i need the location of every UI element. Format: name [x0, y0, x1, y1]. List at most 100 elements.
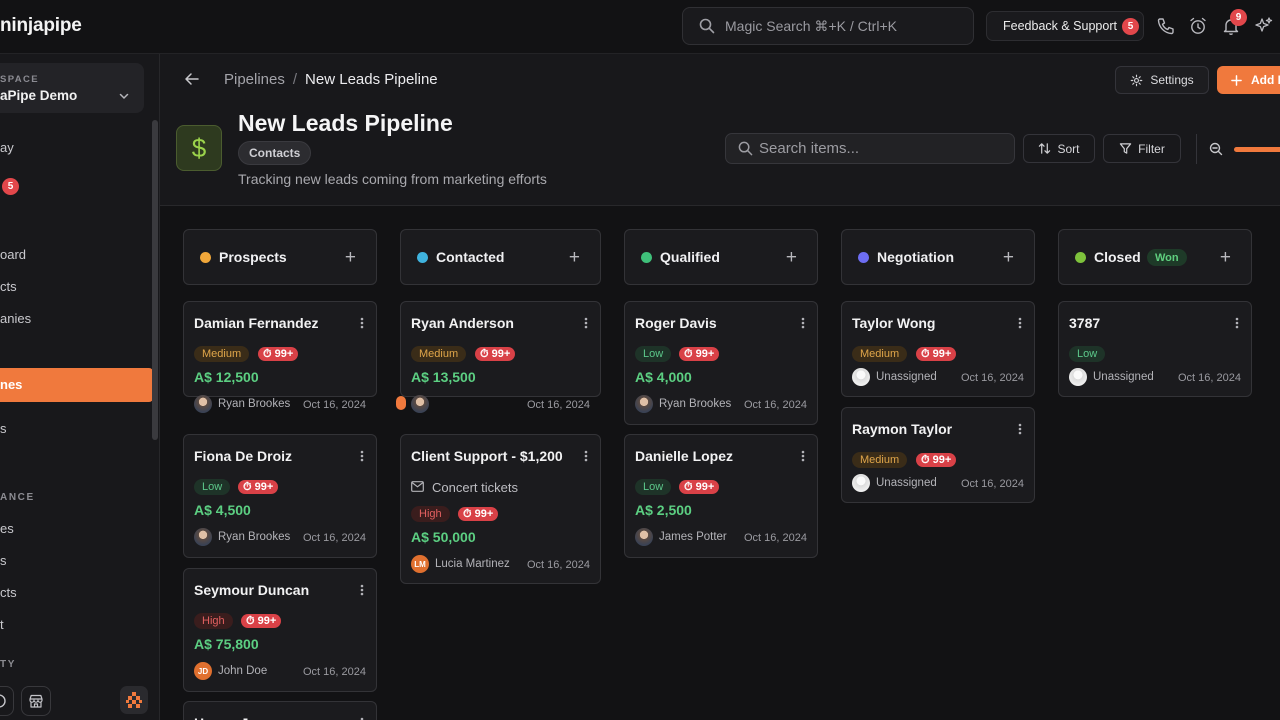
more-options-icon[interactable] [1018, 316, 1022, 334]
search-items-input[interactable]: Search items... [725, 133, 1015, 164]
card-title: Hanna Jay [194, 715, 264, 720]
workspace-name: aPipe Demo [0, 88, 78, 103]
card-date: Oct 16, 2024 [527, 559, 590, 571]
deal-card[interactable]: Roger Davis Low ⏱ 99+ A$ 4,000 Ryan Brookes Oc… [624, 301, 818, 425]
kanban-board: Prospects + Contacted + Qualified + Nego… [160, 207, 1280, 720]
overdue-count-badge: ⏱ 99+ [916, 453, 957, 467]
more-options-icon[interactable] [584, 316, 588, 334]
avatar [852, 368, 870, 386]
overdue-count: 99+ [491, 348, 511, 360]
sidebar-item-today[interactable]: ay [0, 140, 14, 155]
sidebar-item-quotes[interactable]: s [0, 553, 7, 568]
breadcrumb-pipelines[interactable]: Pipelines [224, 71, 285, 88]
zoom-out-icon[interactable] [1209, 142, 1223, 156]
settings-button[interactable]: Settings [1115, 66, 1209, 94]
avatar [852, 474, 870, 492]
timer-icon: ⏱ [480, 347, 489, 360]
app-logo[interactable]: ninjapipe [0, 15, 82, 37]
help-icon[interactable] [0, 686, 14, 716]
more-options-icon[interactable] [801, 316, 805, 334]
add-card-plus-icon[interactable]: + [569, 247, 580, 269]
ninjapipe-brand-icon[interactable] [120, 686, 148, 714]
workspace-switcher[interactable]: SPACE aPipe Demo [0, 63, 144, 113]
magic-search[interactable]: Magic Search ⌘+K / Ctrl+K [682, 7, 974, 45]
sidebar-item-companies[interactable]: anies [0, 311, 31, 326]
deal-card[interactable]: Seymour Duncan High ⏱ 99+ A$ 75,800 JD John Do… [183, 568, 377, 692]
filter-label: Filter [1138, 141, 1165, 156]
alarm-clock-icon[interactable] [1188, 16, 1208, 36]
overdue-count: 99+ [932, 454, 952, 466]
sidebar-scrollbar[interactable] [152, 120, 158, 440]
deal-card[interactable]: Hanna Jay [183, 701, 377, 720]
add-card-plus-icon[interactable]: + [345, 247, 356, 269]
card-subtitle-text: Concert tickets [432, 480, 518, 495]
feedback-label: Feedback & Support [1003, 19, 1117, 33]
sidebar-item-products[interactable]: cts [0, 585, 17, 600]
owner-name: Unassigned [876, 371, 937, 383]
search-icon [699, 18, 715, 34]
add-item-label: Add I [1251, 73, 1280, 87]
deal-card[interactable]: Taylor Wong Medium ⏱ 99+ Unassigned Oct 16, 2… [841, 301, 1035, 397]
overdue-count-badge: ⏱ 99+ [258, 347, 299, 361]
column-header-prospects: Prospects + [183, 229, 377, 285]
workspace-label: SPACE [0, 74, 40, 85]
card-date: Oct 16, 2024 [1178, 372, 1241, 384]
deal-card[interactable]: Ryan Anderson Medium ⏱ 99+ A$ 13,500 Oct 16, … [396, 301, 601, 413]
column-header-qualified: Qualified + [624, 229, 818, 285]
more-options-icon[interactable] [801, 449, 805, 467]
sidebar-item-budget[interactable]: t [0, 617, 4, 632]
filter-button[interactable]: Filter [1103, 134, 1181, 163]
add-item-button[interactable]: Add I [1217, 66, 1280, 94]
more-options-icon[interactable] [360, 449, 364, 467]
card-date: Oct 16, 2024 [303, 532, 366, 544]
plus-icon [1231, 74, 1242, 86]
feedback-support-button[interactable]: Feedback & Support 5 [986, 11, 1144, 41]
sort-button[interactable]: Sort [1023, 134, 1095, 163]
phone-icon[interactable] [1156, 16, 1176, 36]
deal-card[interactable]: Client Support - $1,200 Concert tickets Hi… [400, 434, 601, 584]
card-title: Taylor Wong [852, 315, 936, 331]
store-icon[interactable] [21, 686, 51, 716]
back-arrow-icon[interactable] [184, 71, 200, 87]
add-card-plus-icon[interactable]: + [1220, 247, 1231, 269]
feedback-count-badge: 5 [1121, 17, 1139, 35]
overdue-count: 99+ [254, 481, 274, 493]
deal-card[interactable]: Raymon Taylor Medium ⏱ 99+ Unassigned Oct 16,… [841, 407, 1035, 503]
drag-handle[interactable] [396, 396, 406, 410]
status-dot [858, 252, 869, 263]
more-options-icon[interactable] [360, 583, 364, 601]
deal-card[interactable]: Fiona De Droiz Low ⏱ 99+ A$ 4,500 Ryan Brooke… [183, 434, 377, 558]
owner-name: Ryan Brookes [659, 398, 732, 410]
column-name: Qualified [660, 249, 720, 265]
sidebar-item-tasks[interactable]: s [0, 421, 7, 436]
avatar: JD [194, 662, 212, 680]
settings-label: Settings [1150, 73, 1194, 87]
overdue-count-badge: ⏱ 99+ [458, 507, 499, 521]
sidebar-item-pipelines[interactable]: nes [0, 368, 153, 402]
deal-card[interactable]: Damian Fernandez Medium ⏱ 99+ A$ 12,500 Ryan … [183, 301, 377, 413]
sort-label: Sort [1057, 141, 1080, 156]
add-card-plus-icon[interactable]: + [1003, 247, 1014, 269]
more-options-icon[interactable] [360, 316, 364, 334]
add-card-plus-icon[interactable]: + [786, 247, 797, 269]
pipeline-header: Pipelines / New Leads Pipeline Settings Ad… [160, 54, 1280, 206]
zoom-slider[interactable] [1234, 147, 1280, 152]
sidebar-item-dashboard[interactable]: oard [0, 247, 26, 262]
more-options-icon[interactable] [1235, 316, 1239, 334]
sidebar-item-invoices[interactable]: es [0, 521, 14, 536]
priority-badge: Medium [852, 452, 908, 468]
card-title: Client Support - $1,200 [411, 448, 563, 464]
avatar [1069, 368, 1087, 386]
timer-icon: ⏱ [684, 480, 693, 493]
sparkles-icon[interactable] [1254, 16, 1274, 36]
timer-icon: ⏱ [243, 480, 252, 493]
card-date: Oct 16, 2024 [303, 666, 366, 678]
deal-card[interactable]: 3787 Low Unassigned Oct 16, 2024 [1058, 301, 1252, 397]
owner-name: Unassigned [876, 477, 937, 489]
more-options-icon[interactable] [1018, 422, 1022, 440]
more-options-icon[interactable] [360, 716, 364, 720]
sidebar-item-contacts[interactable]: cts [0, 279, 17, 294]
deal-card[interactable]: Danielle Lopez Low ⏱ 99+ A$ 2,500 James Potte… [624, 434, 818, 558]
more-options-icon[interactable] [584, 449, 588, 467]
page-title: New Leads Pipeline [238, 110, 453, 136]
